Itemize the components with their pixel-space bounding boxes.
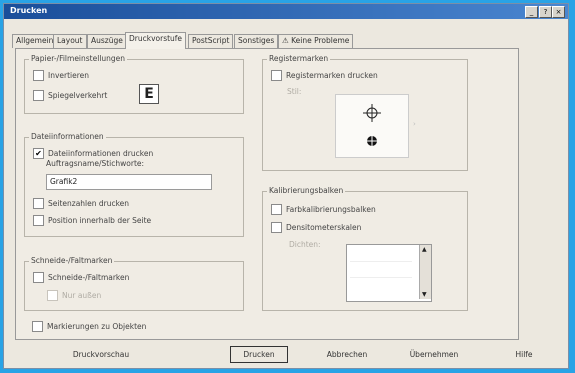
object-marks-box[interactable] — [32, 321, 43, 332]
densities-list-item[interactable] — [350, 267, 412, 278]
exterior-only-label: Nur außen — [62, 291, 102, 300]
tab-prepress[interactable]: Druckvorstufe — [125, 32, 187, 49]
densities-list-item[interactable] — [350, 251, 412, 262]
print-file-info-box[interactable]: ✔ — [33, 148, 44, 159]
mirror-checkbox[interactable]: Spiegelverkehrt — [33, 90, 107, 102]
crop-marks-group: Schneide-/Faltmarken Schneide-/Faltmarke… — [24, 256, 244, 311]
print-button[interactable]: Drucken — [230, 346, 288, 363]
registration-checkbox[interactable]: Registermarken drucken — [271, 70, 378, 82]
densitometer-checkbox[interactable]: Densitometerskalen — [271, 222, 361, 234]
color-calibration-checkbox[interactable]: Farbkalibrierungsbalken — [271, 204, 376, 216]
invert-box[interactable] — [33, 70, 44, 81]
registration-group-label: Registermarken — [267, 54, 331, 63]
file-info-group: Dateiinformationen ✔ Dateiinformationen d… — [24, 132, 244, 237]
help-button[interactable]: Hilfe — [499, 346, 549, 363]
apply-button[interactable]: Übernehmen — [400, 346, 468, 363]
chevron-right-icon: › — [413, 120, 416, 128]
registration-box[interactable] — [271, 70, 282, 81]
page-numbers-label: Seitenzahlen drucken — [48, 199, 130, 208]
job-name-input[interactable]: Grafik2 — [46, 174, 212, 190]
densitometer-box[interactable] — [271, 222, 282, 233]
densitometer-label: Densitometerskalen — [286, 223, 362, 232]
scroll-up-icon[interactable]: ▲ — [422, 246, 427, 253]
color-calibration-label: Farbkalibrierungsbalken — [286, 205, 376, 214]
close-icon[interactable]: × — [552, 6, 565, 18]
print-preview-button[interactable]: Druckvorschau — [56, 346, 146, 363]
crop-marks-checkbox[interactable]: Schneide-/Faltmarken — [33, 272, 129, 284]
title-bar: Drucken _ ? × — [4, 4, 568, 19]
cancel-button[interactable]: Abbrechen — [316, 346, 378, 363]
object-marks-label: Markierungen zu Objekten — [47, 322, 147, 331]
registration-mark-icon — [363, 104, 381, 146]
paper-film-group: Papier-/Filmeinstellungen Invertieren Sp… — [24, 54, 244, 114]
file-info-group-label: Dateiinformationen — [29, 132, 106, 141]
registration-style-scroll[interactable]: › — [411, 94, 421, 156]
crop-marks-label: Schneide-/Faltmarken — [48, 273, 130, 282]
exterior-only-box[interactable] — [47, 290, 58, 301]
minimize-icon[interactable]: _ — [525, 6, 538, 18]
tab-panel: Papier-/Filmeinstellungen Invertieren Sp… — [15, 48, 519, 340]
window-title: Drucken — [10, 6, 48, 15]
densities-list[interactable]: ▲ ▼ — [346, 244, 432, 302]
tab-layout[interactable]: Layout — [53, 34, 87, 48]
calibration-group: Kalibrierungsbalken Farbkalibrierungsbal… — [262, 186, 468, 311]
tab-postscript[interactable]: PostScript — [188, 34, 234, 48]
exterior-only-checkbox[interactable]: Nur außen — [47, 290, 101, 302]
position-checkbox[interactable]: Position innerhalb der Seite — [33, 215, 151, 227]
invert-checkbox[interactable]: Invertieren — [33, 70, 89, 82]
page-numbers-checkbox[interactable]: Seitenzahlen drucken — [33, 198, 129, 210]
scroll-down-icon[interactable]: ▼ — [422, 291, 427, 298]
registration-group: Registermarken Registermarken drucken St… — [262, 54, 468, 171]
registration-style-preview[interactable] — [335, 94, 409, 158]
crop-marks-group-label: Schneide-/Faltmarken — [29, 256, 115, 265]
tab-separations[interactable]: Auszüge — [87, 34, 127, 48]
calibration-group-label: Kalibrierungsbalken — [267, 186, 346, 195]
print-dialog: Drucken _ ? × Allgemein Layout Auszüge D… — [3, 3, 569, 369]
color-calibration-box[interactable] — [271, 204, 282, 215]
warning-icon: ⚠ — [282, 36, 289, 45]
help-icon[interactable]: ? — [539, 6, 552, 18]
position-box[interactable] — [33, 215, 44, 226]
registration-style-label: Stil: — [287, 87, 302, 96]
tab-misc[interactable]: Sonstiges — [234, 34, 279, 48]
crop-marks-box[interactable] — [33, 272, 44, 283]
mirror-preview-icon: E — [139, 84, 159, 104]
mirror-label: Spiegelverkehrt — [48, 91, 108, 100]
densities-scrollbar[interactable]: ▲ ▼ — [419, 245, 431, 299]
paper-film-group-label: Papier-/Filmeinstellungen — [29, 54, 128, 63]
tab-general[interactable]: Allgemein — [12, 34, 58, 48]
mirror-box[interactable] — [33, 90, 44, 101]
position-label: Position innerhalb der Seite — [48, 216, 152, 225]
densities-list-item[interactable] — [350, 283, 412, 293]
print-file-info-label: Dateiinformationen drucken — [48, 149, 154, 158]
tab-no-issues[interactable]: ⚠ Keine Probleme — [278, 34, 354, 48]
tab-no-issues-label: Keine Probleme — [291, 36, 350, 45]
object-marks-checkbox[interactable]: Markierungen zu Objekten — [32, 321, 146, 333]
job-name-label: Auftragsname/Stichworte: — [46, 159, 145, 168]
registration-label: Registermarken drucken — [286, 71, 378, 80]
page-numbers-box[interactable] — [33, 198, 44, 209]
densities-label: Dichten: — [289, 240, 321, 249]
invert-label: Invertieren — [48, 71, 90, 80]
